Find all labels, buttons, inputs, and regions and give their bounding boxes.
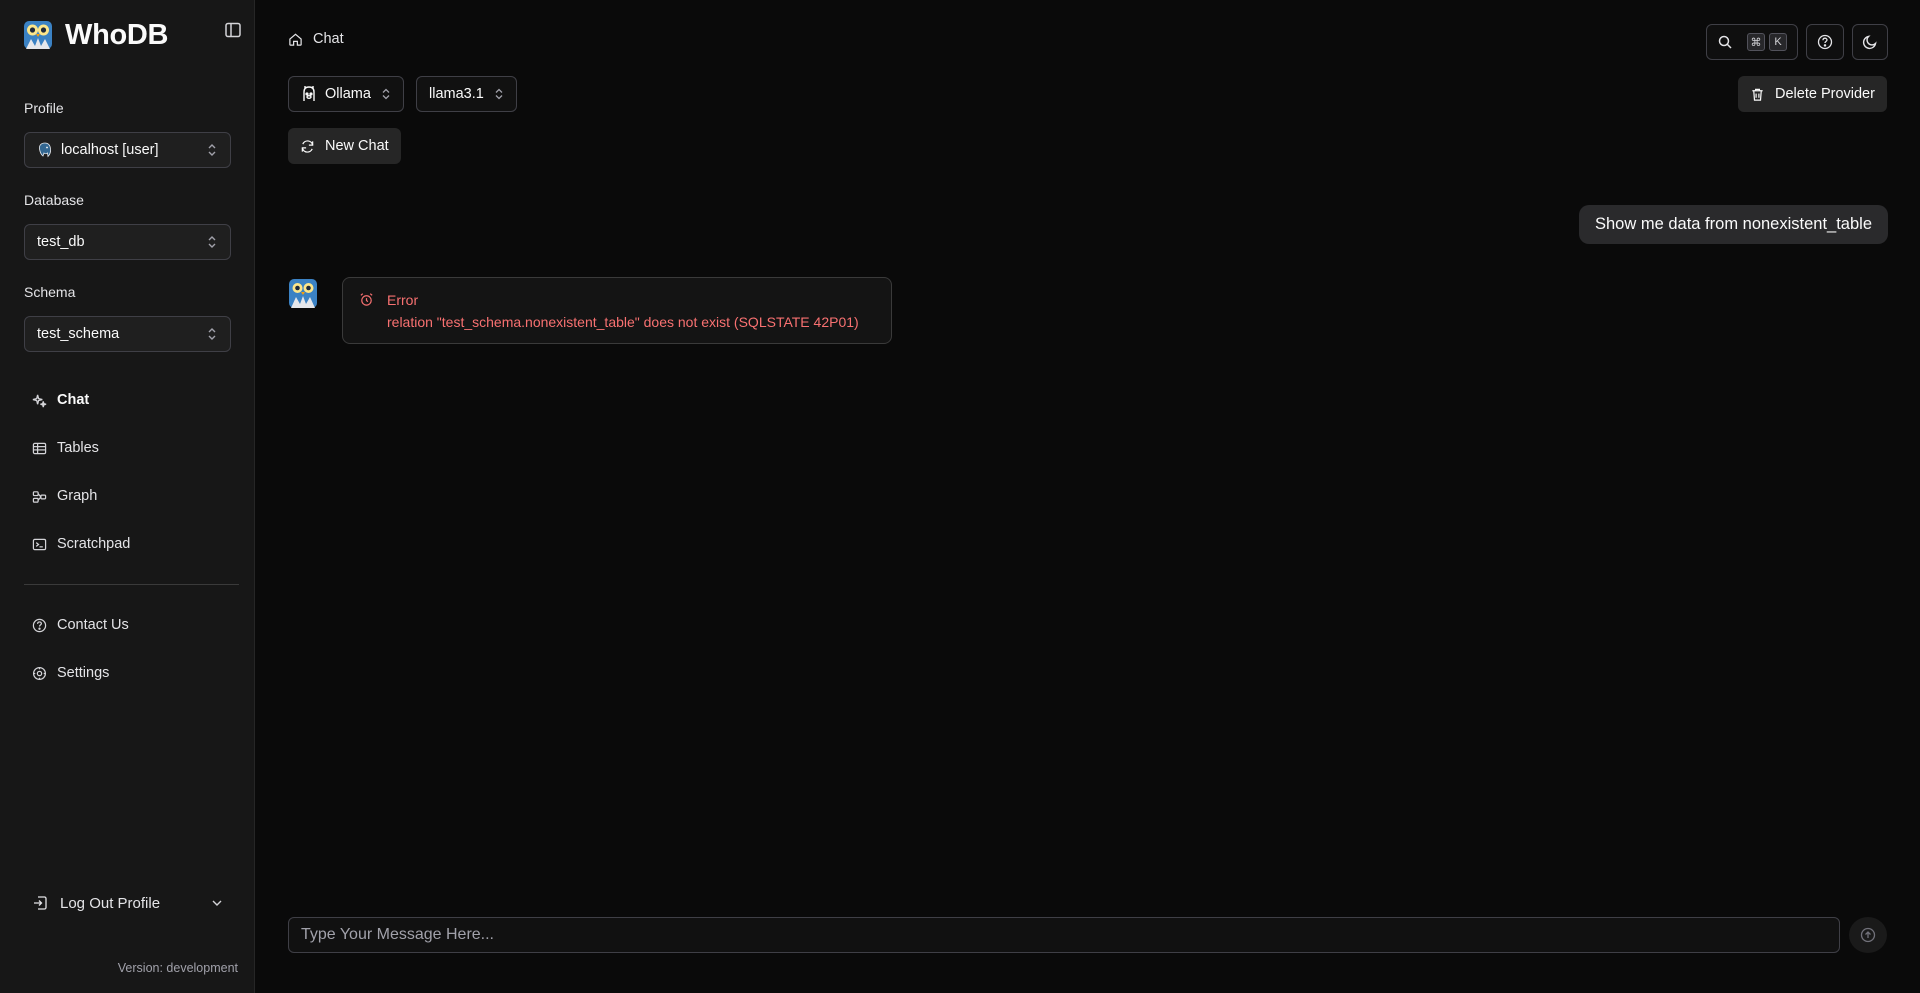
provider-value: Ollama (325, 86, 371, 102)
message-input[interactable] (288, 917, 1840, 953)
sidebar-item-label: Tables (57, 440, 99, 456)
send-button[interactable] (1849, 917, 1887, 953)
sidebar-item-label: Settings (57, 665, 110, 681)
model-select[interactable]: llama3.1 (416, 76, 517, 112)
chevrons-up-down-icon (208, 236, 216, 248)
database-select[interactable]: test_db (24, 224, 231, 260)
delete-provider-button[interactable]: Delete Provider (1738, 76, 1887, 112)
sparkles-icon (32, 394, 47, 407)
graph-icon (32, 490, 47, 503)
breadcrumb-label: Chat (313, 31, 344, 47)
sidebar-item-graph[interactable]: Graph (24, 484, 239, 508)
logout-profile-button[interactable]: Log Out Profile (24, 890, 224, 916)
new-chat-button[interactable]: New Chat (288, 128, 401, 164)
alarm-icon (360, 293, 373, 306)
terminal-icon (32, 538, 47, 550)
delete-provider-label: Delete Provider (1775, 86, 1875, 102)
user-message: Show me data from nonexistent_table (1579, 205, 1888, 244)
app-name: WhoDB (65, 18, 169, 51)
help-button[interactable] (1806, 24, 1844, 60)
postgres-icon (39, 142, 51, 158)
chevron-down-icon (212, 900, 222, 906)
owl-logo-icon (24, 21, 52, 49)
provider-select[interactable]: Ollama (288, 76, 404, 112)
primary-nav: Chat Tables Graph Scratchpad (24, 388, 239, 580)
model-value: llama3.1 (429, 86, 484, 102)
brand[interactable]: WhoDB (22, 18, 168, 52)
sidebar-item-label: Scratchpad (57, 536, 131, 552)
table-icon (32, 442, 47, 454)
sidebar-item-settings[interactable]: Settings (24, 661, 239, 685)
database-value: test_db (37, 234, 85, 250)
chevrons-up-down-icon (382, 88, 390, 100)
sidebar-item-label: Chat (57, 392, 90, 408)
moon-icon (1862, 35, 1877, 50)
breadcrumb[interactable]: Chat (288, 31, 344, 47)
sidebar-item-label: Contact Us (57, 617, 129, 633)
schema-label: Schema (24, 284, 76, 300)
chevrons-up-down-icon (495, 88, 503, 100)
home-icon (289, 33, 302, 46)
assistant-avatar-icon (289, 279, 317, 308)
secondary-nav: Contact Us Settings (24, 613, 239, 709)
profile-value: localhost [user] (61, 142, 159, 158)
new-chat-label: New Chat (325, 138, 389, 154)
send-arrow-icon (1860, 927, 1876, 943)
sidebar-item-chat[interactable]: Chat (24, 388, 239, 412)
sidebar-item-contact-us[interactable]: Contact Us (24, 613, 239, 637)
theme-toggle-button[interactable] (1852, 24, 1888, 60)
gear-icon (32, 666, 47, 680)
error-message-card: Error relation "test_schema.nonexistent_… (342, 277, 892, 344)
sidebar-item-scratchpad[interactable]: Scratchpad (24, 532, 239, 556)
shortcut-key: ⌘ (1747, 33, 1765, 51)
search-button[interactable]: ⌘ K (1706, 24, 1798, 60)
sidebar: WhoDB Profile localhost [user] Database … (0, 0, 255, 993)
search-icon (1718, 35, 1732, 49)
help-circle-icon (1817, 34, 1833, 50)
error-title: Error (387, 292, 419, 308)
refresh-icon (301, 139, 314, 153)
logout-icon (34, 896, 47, 910)
sidebar-toggle-icon[interactable] (224, 21, 242, 39)
database-label: Database (24, 192, 84, 208)
sidebar-item-label: Graph (57, 488, 98, 504)
error-text: relation "test_schema.nonexistent_table"… (387, 314, 859, 330)
profile-label: Profile (24, 100, 64, 116)
profile-select[interactable]: localhost [user] (24, 132, 231, 168)
schema-value: test_schema (37, 326, 120, 342)
help-circle-icon (32, 618, 47, 632)
logout-label: Log Out Profile (60, 894, 161, 912)
version-text: Version: development (117, 961, 238, 975)
schema-select[interactable]: test_schema (24, 316, 231, 352)
trash-icon (1752, 88, 1763, 101)
sidebar-divider (24, 584, 239, 585)
shortcut-key: K (1769, 33, 1787, 51)
sidebar-item-tables[interactable]: Tables (24, 436, 239, 460)
chevrons-up-down-icon (208, 328, 216, 340)
chevrons-up-down-icon (208, 144, 216, 156)
ollama-icon (303, 86, 315, 101)
